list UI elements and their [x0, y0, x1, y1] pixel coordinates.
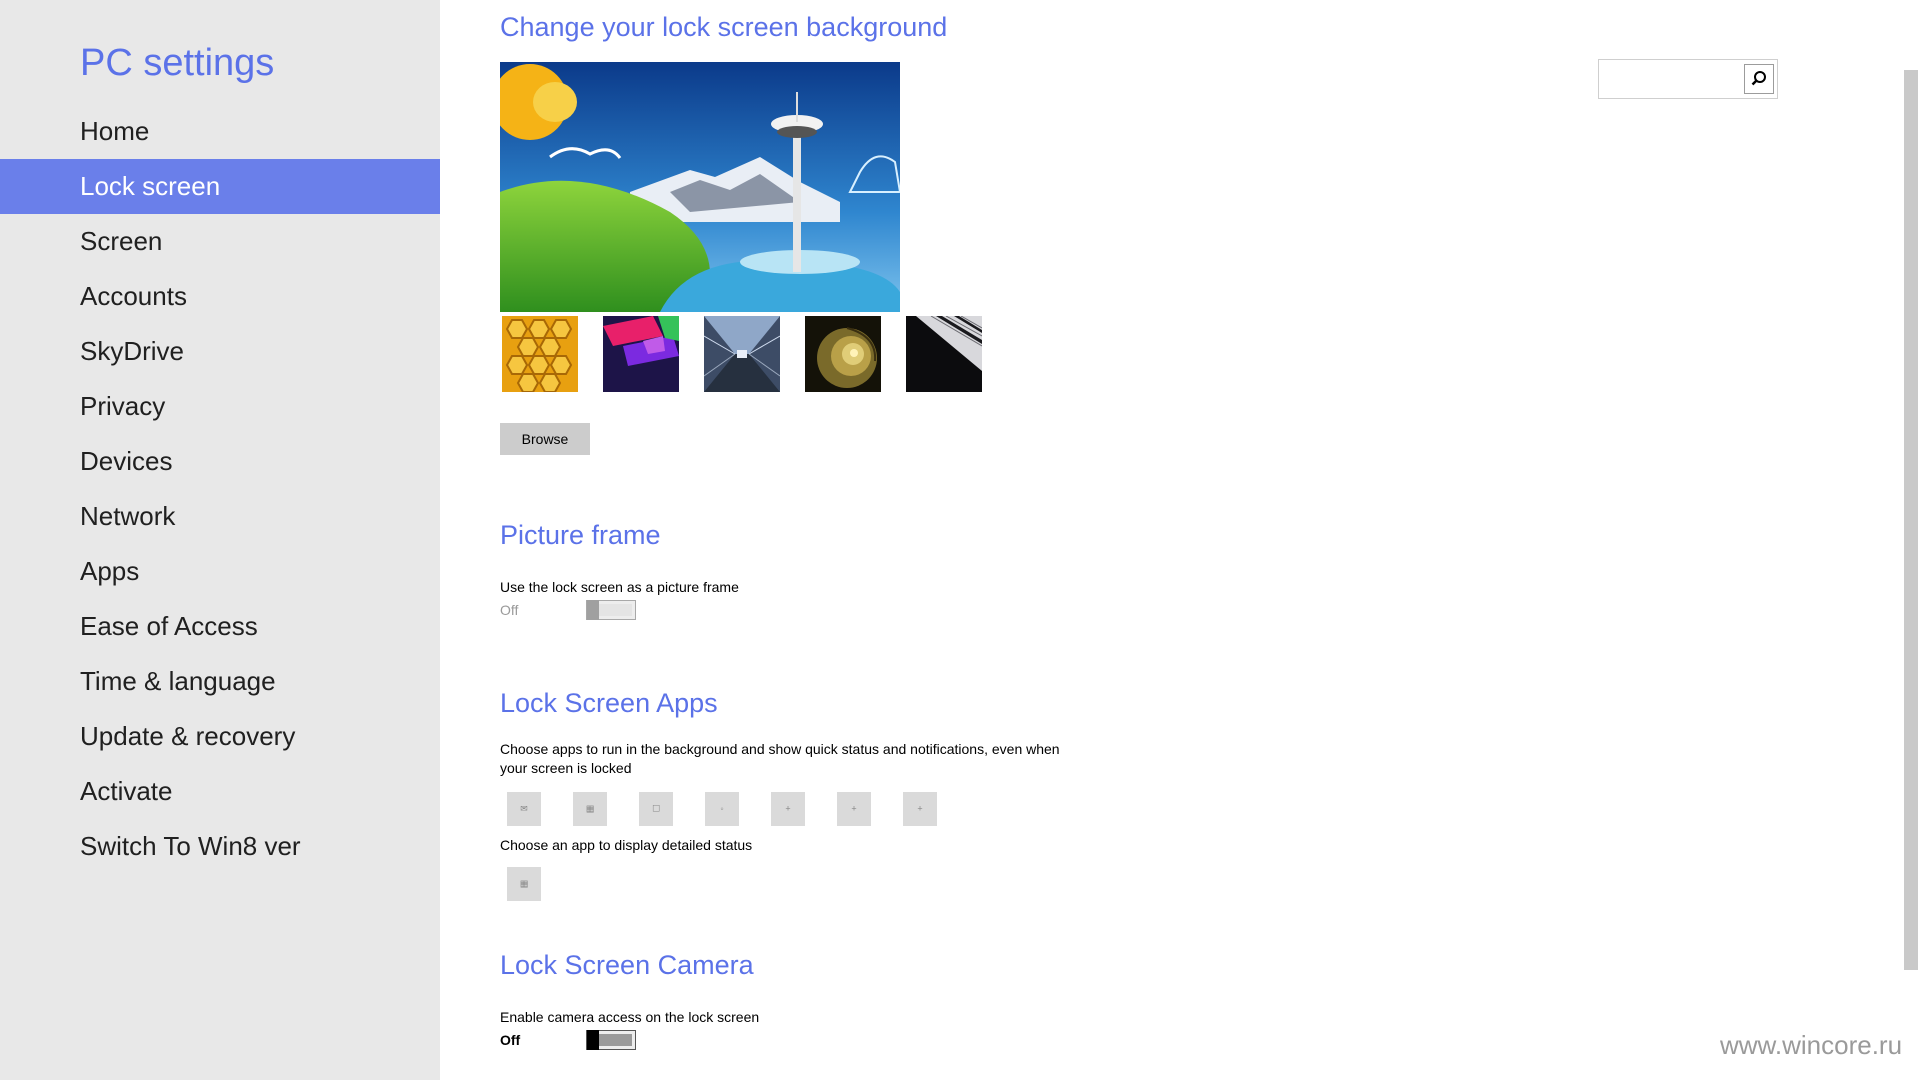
browse-button[interactable]: Browse — [500, 423, 590, 455]
main-content: Change your lock screen background Brows… — [440, 0, 1920, 1080]
sidebar-item-screen[interactable]: Screen — [0, 214, 440, 269]
camera-section-title: Lock Screen Camera — [500, 950, 754, 980]
detailed-status-label: Choose an app to display detailed status — [500, 837, 753, 853]
search-box — [1598, 59, 1778, 99]
sidebar-item-apps[interactable]: Apps — [0, 544, 440, 599]
scrollbar-thumb[interactable] — [1904, 70, 1918, 970]
sidebar-item-update-recovery[interactable]: Update & recovery — [0, 709, 440, 764]
sidebar-item-switch-win8[interactable]: Switch To Win8 ver — [0, 819, 440, 874]
lock-screen-preview-image — [500, 62, 900, 312]
sidebar-item-time-language[interactable]: Time & language — [0, 654, 440, 709]
picture-frame-toggle-row: Off — [500, 600, 660, 622]
search-input[interactable] — [1603, 64, 1741, 96]
sidebar-item-privacy[interactable]: Privacy — [0, 379, 440, 434]
vertical-scrollbar[interactable] — [1900, 0, 1920, 1080]
lock-app-slot-add-2[interactable]: + — [837, 792, 871, 826]
picture-frame-toggle-knob — [587, 600, 599, 620]
calendar-icon: ▦ — [585, 803, 595, 814]
camera-toggle-row: Off — [500, 1030, 660, 1052]
sidebar-item-skydrive[interactable]: SkyDrive — [0, 324, 440, 379]
picture-frame-description: Use the lock screen as a picture frame — [500, 579, 739, 595]
lock-app-slot-mail[interactable]: ✉ — [507, 792, 541, 826]
lock-app-slot-add-1[interactable]: + — [771, 792, 805, 826]
sidebar-item-activate[interactable]: Activate — [0, 764, 440, 819]
watermark: www.wincore.ru — [1720, 1030, 1903, 1060]
sidebar-item-devices[interactable]: Devices — [0, 434, 440, 489]
detailed-status-app-slot[interactable]: ▦ — [507, 867, 541, 901]
camera-toggle-state: Off — [500, 1032, 521, 1048]
pc-settings-window: PC settings Home Lock screen Screen Acco… — [0, 0, 1920, 1080]
alarm-icon: ◦ — [720, 803, 724, 814]
lock-apps-section-title: Lock Screen Apps — [500, 688, 718, 718]
sidebar-item-lock-screen[interactable]: Lock screen — [0, 159, 440, 214]
picture-frame-toggle[interactable] — [586, 600, 636, 620]
thumbnail-nautilus-shell[interactable] — [805, 316, 881, 392]
sidebar-nav: Home Lock screen Screen Accounts SkyDriv… — [0, 104, 440, 874]
add-icon: + — [917, 803, 923, 814]
search-button[interactable] — [1744, 64, 1774, 94]
thumbnail-honeycomb[interactable] — [502, 316, 578, 392]
calendar-icon: ▦ — [519, 878, 529, 889]
picture-frame-toggle-state: Off — [500, 602, 519, 618]
add-icon: + — [851, 803, 857, 814]
sidebar-item-accounts[interactable]: Accounts — [0, 269, 440, 324]
thumbnail-piano-keys[interactable] — [906, 316, 982, 392]
lock-app-slot-calendar[interactable]: ▦ — [573, 792, 607, 826]
picture-frame-section-title: Picture frame — [500, 520, 661, 550]
message-icon: ☐ — [651, 803, 661, 814]
sidebar-title: PC settings — [80, 42, 275, 84]
camera-toggle[interactable] — [586, 1030, 636, 1050]
sidebar: PC settings Home Lock screen Screen Acco… — [0, 0, 440, 1080]
camera-toggle-knob — [587, 1030, 599, 1050]
background-section-title: Change your lock screen background — [500, 12, 948, 42]
sidebar-item-ease-of-access[interactable]: Ease of Access — [0, 599, 440, 654]
lock-app-slot-add-3[interactable]: + — [903, 792, 937, 826]
lock-app-slot-messaging[interactable]: ☐ — [639, 792, 673, 826]
thumbnail-escalator-tunnel[interactable] — [704, 316, 780, 392]
lock-apps-description: Choose apps to run in the background and… — [500, 741, 1060, 776]
sidebar-item-home[interactable]: Home — [0, 104, 440, 159]
lock-app-slot-alarm[interactable]: ◦ — [705, 792, 739, 826]
search-icon — [1751, 71, 1766, 86]
thumbnail-colored-ribbons[interactable] — [603, 316, 679, 392]
mail-icon: ✉ — [520, 803, 528, 814]
camera-description: Enable camera access on the lock screen — [500, 1009, 760, 1025]
add-icon: + — [785, 803, 791, 814]
sidebar-item-network[interactable]: Network — [0, 489, 440, 544]
